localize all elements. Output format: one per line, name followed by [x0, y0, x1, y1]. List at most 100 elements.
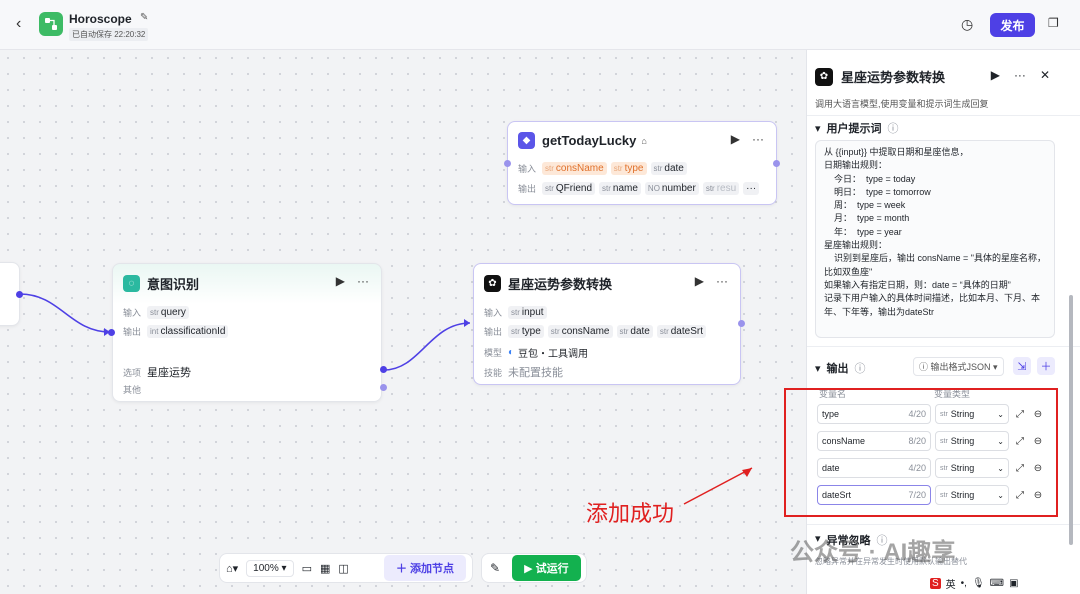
- run-node-icon[interactable]: ▶: [991, 68, 1000, 82]
- output-tag: str resu: [702, 182, 740, 195]
- plugin-node-gettodaylucky[interactable]: ◆ getTodayLucky ⌂ ▶ ··· 输入 str consName st…: [507, 121, 777, 205]
- option-port[interactable]: [380, 366, 387, 373]
- comment-icon[interactable]: ▭: [302, 562, 312, 575]
- arrow-head-2: [464, 319, 470, 327]
- chevron-down-icon: ▾: [815, 122, 821, 135]
- run-node-icon[interactable]: ▶: [695, 274, 704, 288]
- minimap-icon[interactable]: ◫: [338, 562, 348, 575]
- output-tag: int classificationId: [147, 325, 229, 338]
- import-icon[interactable]: ⇲: [1013, 357, 1031, 375]
- workflow-canvas[interactable]: ◆ getTodayLucky ⌂ ▶ ··· 输入 str consName st…: [0, 50, 806, 594]
- store-icon: ⌂: [641, 135, 647, 146]
- annotation-arrow: [683, 467, 753, 505]
- input-tag: str type: [610, 162, 647, 175]
- option-value: 星座运势: [147, 367, 191, 379]
- input-tag: str consName: [542, 162, 607, 175]
- prompt-line: 今日： type = today: [824, 173, 916, 184]
- llm-icon: ✿: [815, 67, 833, 86]
- more-icon[interactable]: ···: [1014, 68, 1026, 82]
- watermark: 公众号 · AI趣享: [790, 539, 956, 566]
- panel-description: 调用大语言模型,使用变量和提示词生成回复: [815, 99, 989, 109]
- output-tag: str name: [599, 182, 641, 195]
- app-icon: [39, 12, 63, 36]
- user-prompt-editor[interactable]: 从 {{input}} 中提取日期和星座信息， 日期输出规则： 今日： type …: [815, 140, 1055, 338]
- ime-toolbar[interactable]: S 英 •, 🎙 ⌨ ▣: [926, 574, 1023, 592]
- input-label: 输入: [518, 164, 537, 174]
- option-label: 选项: [123, 367, 142, 378]
- add-variable-button[interactable]: ＋: [1037, 357, 1055, 375]
- prompt-line: 记录下用户输入的具体时间描述，比如本月、下月、本年、下年等，输出为dateStr: [824, 293, 1041, 317]
- output-label: 输出: [123, 327, 142, 337]
- add-node-button[interactable]: ＋ 添加节点: [383, 555, 466, 581]
- app-title: Horoscope: [69, 12, 132, 26]
- ime-logo-icon: S: [930, 577, 941, 589]
- other-label: 其他: [123, 385, 142, 395]
- divider: [807, 115, 1080, 116]
- output-format-select[interactable]: ⓘ 输出格式JSON ▾: [913, 357, 1004, 376]
- input-port[interactable]: [504, 160, 511, 167]
- mic-icon: 🎙: [971, 577, 985, 589]
- prompt-line: 如果输入有指定日期，则：date = “具体的日期”: [824, 279, 1011, 290]
- panel-scrollbar[interactable]: [1069, 295, 1073, 545]
- prompt-line: 年： type = year: [824, 226, 902, 237]
- edge-start-intent: [19, 293, 111, 333]
- skin-icon: ▣: [1009, 577, 1019, 589]
- input-label: 输入: [123, 308, 142, 318]
- run-toolbar: ✎ ▶ 试运行: [481, 553, 587, 583]
- more-icon[interactable]: ···: [752, 132, 764, 146]
- debug-icon[interactable]: ✎: [486, 561, 504, 575]
- edit-icon[interactable]: ✎: [140, 12, 148, 23]
- prompt-line: 月： type = month: [824, 213, 910, 224]
- keyboard-icon: ⌨: [989, 577, 1005, 589]
- more-outputs[interactable]: ···: [743, 182, 760, 195]
- output-section-header[interactable]: ▾ 输出 ⓘ: [815, 360, 866, 376]
- output-label: 输出: [484, 327, 503, 337]
- info-icon: ⓘ: [854, 363, 866, 375]
- canvas-toolbar: ⌂▾ 100% ▾ ▭ ▦ ◫ ＋ 添加节点: [219, 553, 473, 583]
- chevron-left-icon[interactable]: ‹: [16, 15, 21, 33]
- test-run-button[interactable]: ▶ 试运行: [512, 555, 581, 581]
- input-port[interactable]: [108, 329, 115, 336]
- input-tag: str date: [650, 162, 687, 175]
- output-port[interactable]: [16, 291, 23, 298]
- output-port[interactable]: [773, 160, 780, 167]
- node-title: getTodayLucky: [542, 133, 637, 148]
- mouse-icon[interactable]: ⌂▾: [226, 562, 238, 575]
- lightbulb-icon: ◌: [123, 275, 140, 292]
- punctuation-icon: •,: [960, 577, 967, 589]
- more-icon[interactable]: ···: [716, 274, 728, 288]
- node-title: 星座运势参数转换: [508, 277, 613, 292]
- other-port[interactable]: [380, 384, 387, 391]
- model-logo-icon: ◐: [508, 347, 515, 358]
- run-node-icon[interactable]: ▶: [336, 274, 345, 288]
- node-title: 意图识别: [147, 277, 200, 292]
- history-icon[interactable]: ◷: [961, 16, 973, 33]
- plugin-icon: ◆: [518, 132, 535, 149]
- input-tag: str query: [147, 306, 189, 319]
- layout-icon[interactable]: ▦: [320, 562, 330, 575]
- output-port[interactable]: [738, 320, 745, 327]
- run-node-icon[interactable]: ▶: [731, 132, 740, 146]
- llm-node[interactable]: ✿ 星座运势参数转换 ▶ ··· 输入 str input 输出 str type s…: [473, 263, 741, 385]
- prompt-line: 周： type = week: [824, 200, 906, 211]
- intent-node[interactable]: ◌ 意图识别 ▶ ··· 输入 str query 输出 int classifica…: [112, 263, 382, 402]
- llm-icon: ✿: [484, 275, 501, 292]
- input-label: 输入: [484, 308, 503, 318]
- output-tag: str QFriend: [542, 182, 596, 195]
- prompt-section-header[interactable]: ▾ 用户提示词 ⓘ: [815, 120, 899, 136]
- info-icon: ⓘ: [887, 123, 899, 135]
- zoom-select[interactable]: 100% ▾: [246, 559, 294, 577]
- model-label: 模型: [484, 348, 503, 358]
- prompt-line: 日期输出规则：: [824, 160, 888, 171]
- output-tag: str date: [616, 325, 653, 338]
- close-icon[interactable]: ✕: [1040, 68, 1050, 82]
- divider: [807, 524, 1080, 525]
- prompt-line: 星座输出规则：: [824, 240, 888, 251]
- copy-icon[interactable]: ❐: [1048, 16, 1059, 30]
- more-icon[interactable]: ···: [357, 274, 369, 288]
- skill-value: 未配置技能: [508, 367, 563, 379]
- chevron-down-icon: ▾: [815, 362, 821, 375]
- output-label: 输出: [518, 184, 537, 194]
- publish-button[interactable]: 发布: [990, 13, 1035, 37]
- divider: [807, 346, 1080, 347]
